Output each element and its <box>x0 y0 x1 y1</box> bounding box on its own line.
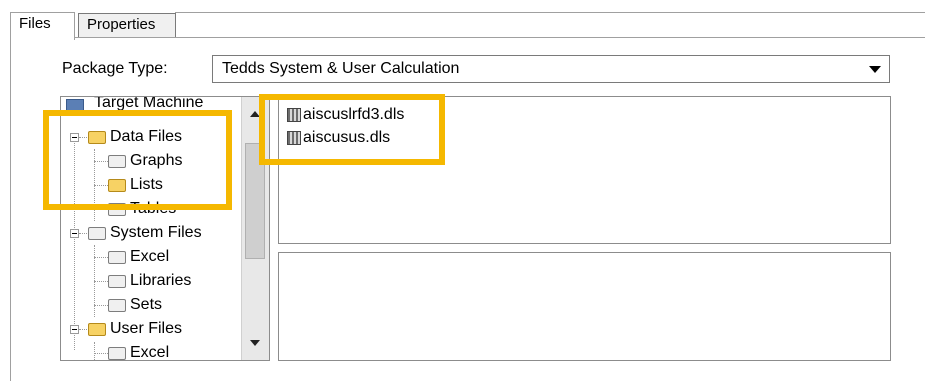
highlight-box <box>259 94 445 165</box>
package-type-value: Tedds System & User Calculation <box>222 60 460 77</box>
collapse-icon[interactable] <box>70 229 79 238</box>
folder-icon <box>108 275 126 288</box>
tree-item-label: Libraries <box>130 272 192 289</box>
tab-panel-border <box>75 37 925 38</box>
tree-item-system-files[interactable]: System Files <box>61 221 241 245</box>
tree-connector <box>94 257 108 258</box>
tree-item-sets[interactable]: Sets <box>61 293 241 317</box>
tree-connector <box>94 281 108 282</box>
package-type-select[interactable]: Tedds System & User Calculation <box>212 55 890 83</box>
tree-item-label: Excel <box>130 344 170 361</box>
tree-connector <box>79 233 87 234</box>
tree-item-label: System Files <box>110 224 202 241</box>
tree-item-libraries[interactable]: Libraries <box>61 269 241 293</box>
folder-icon <box>108 299 126 312</box>
folder-open-icon <box>88 323 106 336</box>
highlight-box <box>43 110 232 210</box>
tree-item-label: Sets <box>130 296 163 313</box>
tree-item-user-files[interactable]: User Files <box>61 317 241 341</box>
folder-icon <box>108 347 126 360</box>
folder-icon <box>88 227 106 240</box>
chevron-down-icon[interactable] <box>869 66 881 73</box>
scroll-down-icon[interactable] <box>250 340 260 346</box>
folder-icon <box>108 251 126 264</box>
tree-item-label: User Files <box>110 320 183 337</box>
tree-connector <box>79 329 87 330</box>
details-pane[interactable] <box>278 252 891 361</box>
tree-connector <box>94 353 108 354</box>
tree-item-user-excel[interactable]: Excel <box>61 341 241 361</box>
collapse-icon[interactable] <box>70 325 79 334</box>
package-type-label: Package Type: <box>62 60 168 77</box>
tabstrip-border-top <box>175 12 925 13</box>
tree-item-excel[interactable]: Excel <box>61 245 241 269</box>
tree-connector <box>94 305 108 306</box>
tree-item-label: Excel <box>130 248 170 265</box>
tab-properties-label: Properties <box>87 16 156 33</box>
tab-files-label: Files <box>19 15 51 32</box>
tab-panel-left-border <box>10 37 11 381</box>
tab-files[interactable]: Files <box>10 12 75 40</box>
tab-properties[interactable]: Properties <box>78 13 176 38</box>
